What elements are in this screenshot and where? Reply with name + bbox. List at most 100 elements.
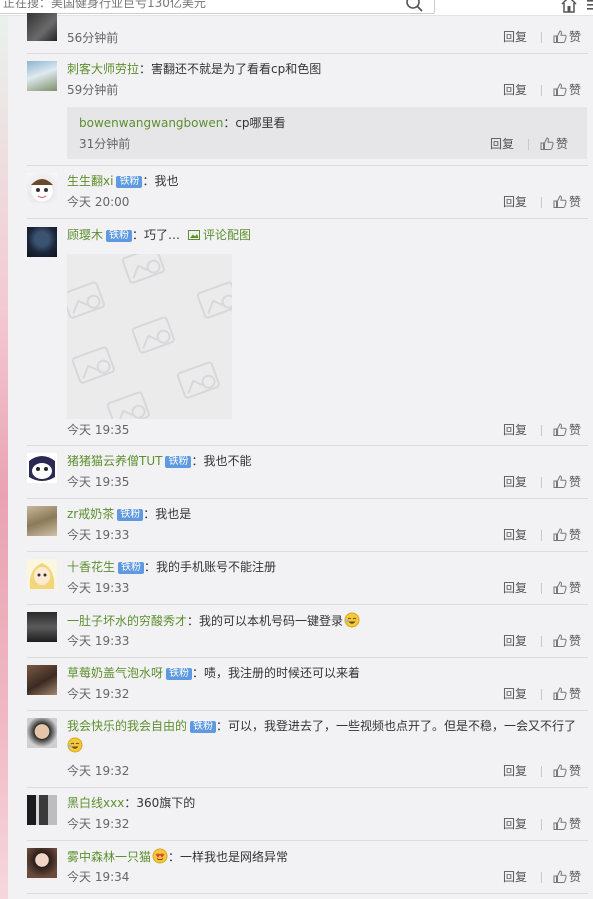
like-button[interactable]: 赞 (553, 763, 581, 779)
reply-button[interactable]: 回复 (503, 580, 527, 596)
username-link[interactable]: bowenwangwangbowen (79, 116, 223, 130)
image-icon (188, 230, 201, 240)
divider (27, 840, 588, 841)
comment-image[interactable] (67, 254, 232, 419)
menu-icon[interactable] (586, 0, 593, 14)
comment-image-link[interactable]: 评论配图 (188, 228, 251, 242)
divider (27, 787, 588, 788)
comment-content: 一肚子坏水的穷酸秀才：我的可以本机号码一键登录 (67, 612, 360, 629)
laughing-emoji-icon (67, 737, 83, 753)
reply-button[interactable]: 回复 (503, 422, 527, 438)
comment-time: 今天 20:00 (67, 195, 130, 209)
like-button[interactable]: 赞 (553, 580, 581, 596)
like-button[interactable]: 赞 (540, 136, 568, 152)
reply-button[interactable]: 回复 (503, 763, 527, 779)
comment-item: 猪猪猫云养僧TUT 铁粉 ：我也不能 今天 19:35 回复 赞 (27, 453, 588, 499)
reply-button[interactable]: 回复 (503, 869, 527, 885)
avatar[interactable] (27, 559, 57, 589)
reply-button[interactable]: 回复 (503, 82, 527, 98)
home-icon[interactable] (560, 0, 578, 14)
like-button[interactable]: 赞 (553, 194, 581, 210)
reply-button[interactable]: 回复 (503, 29, 527, 45)
action-divider (528, 139, 529, 150)
thumbs-up-icon (553, 764, 567, 777)
comment-time: 今天 19:32 (67, 687, 130, 701)
username-link[interactable]: 我会快乐的我会自由的 (67, 719, 187, 733)
thumbs-up-icon (553, 581, 567, 594)
comment-item: 我会快乐的我会自由的 铁粉 ：可以，我登进去了，一些视频也点开了。但是不稳，一会又不… (27, 718, 588, 788)
username-link[interactable]: 刺客大师劳拉 (67, 62, 139, 76)
laughing-emoji-icon (344, 612, 360, 628)
avatar[interactable] (27, 61, 57, 91)
avatar[interactable] (27, 848, 57, 878)
reply-button[interactable]: 回复 (503, 686, 527, 702)
like-button[interactable]: 赞 (553, 82, 581, 98)
username-link[interactable]: 草莓奶盖气泡水呀 (67, 666, 163, 680)
comment-actions: 回复 赞 (503, 816, 588, 832)
like-button[interactable]: 赞 (553, 869, 581, 885)
comment-text: ：我的可以本机号码一键登录 (187, 614, 344, 628)
like-button[interactable]: 赞 (553, 422, 581, 438)
avatar[interactable] (27, 227, 57, 257)
reply-button[interactable]: 回复 (503, 527, 527, 543)
avatar[interactable] (27, 506, 57, 536)
like-button[interactable]: 赞 (553, 527, 581, 543)
username-link[interactable]: 生生翻xi (67, 174, 113, 188)
action-divider (541, 583, 542, 594)
username-link[interactable]: 一肚子坏水的穷酸秀才 (67, 614, 187, 628)
avatar[interactable] (27, 795, 57, 825)
reply-button[interactable]: 回复 (503, 633, 527, 649)
top-search-bar: 正在搜：美国健身行业巨亏130亿美元 (0, 0, 593, 16)
thumbs-up-icon (553, 687, 567, 700)
reply-button[interactable]: 回复 (490, 136, 514, 152)
reply-button[interactable]: 回复 (503, 474, 527, 490)
comment-time: 56分钟前 (67, 31, 119, 45)
fan-badge: 铁粉 (165, 456, 192, 468)
comment-time: 今天 19:35 (67, 475, 130, 489)
like-button[interactable]: 赞 (553, 816, 581, 832)
like-button[interactable]: 赞 (553, 686, 581, 702)
fan-badge: 铁粉 (116, 176, 143, 188)
avatar[interactable] (27, 612, 57, 642)
like-button[interactable]: 赞 (553, 29, 581, 45)
action-divider (541, 766, 542, 777)
search-icon[interactable] (403, 0, 425, 13)
comment-time: 59分钟前 (67, 83, 119, 97)
username-link[interactable]: 顾璎木 (67, 228, 103, 242)
comment-item: 一肚子坏水的穷酸秀才：我的可以本机号码一键登录 今天 19:33 回复 赞 (27, 612, 588, 658)
avatar[interactable] (27, 173, 57, 203)
reply-button[interactable]: 回复 (503, 816, 527, 832)
avatar[interactable] (27, 13, 57, 41)
username-link[interactable]: 黑白线xxx (67, 796, 124, 810)
comment-actions: 回复 赞 (503, 474, 588, 490)
username-link[interactable]: 十香花生 (67, 560, 115, 574)
comment-text: ：可以，我登进去了，一些视频也点开了。但是不稳，一会又不行了 (216, 719, 577, 733)
reply-button[interactable]: 回复 (503, 194, 527, 210)
comment-content: zr戒奶茶 铁粉 ：我也是 (67, 506, 191, 522)
divider (27, 498, 588, 499)
search-input[interactable]: 正在搜：美国健身行业巨亏130亿美元 (0, 0, 435, 14)
comment-content: 我会快乐的我会自由的 铁粉 ：可以，我登进去了，一些视频也点开了。但是不稳，一会又不… (67, 718, 582, 757)
like-button[interactable]: 赞 (553, 474, 581, 490)
comment-actions: 回复 赞 (503, 527, 588, 543)
username-link[interactable]: 猪猪猫云养僧TUT (67, 454, 162, 468)
comment-text: ：我也 (142, 174, 179, 188)
avatar[interactable] (27, 665, 57, 695)
divider (27, 551, 588, 552)
fan-badge: 铁粉 (118, 562, 145, 574)
username-link[interactable]: 雾中森林一只猫 (67, 850, 151, 864)
comment-content: 生生翻xi 铁粉 ：我也 (67, 173, 178, 189)
username-link[interactable]: zr戒奶茶 (67, 507, 114, 521)
comment-actions: 回复 赞 (503, 686, 588, 702)
sub-reply-time: 31分钟前 (79, 137, 131, 151)
sub-reply-content: bowenwangwangbowen：cp哪里看 (79, 115, 286, 131)
divider (27, 445, 588, 446)
comment-content: 刺客大师劳拉：害翻还不就是为了看看cp和色图 (67, 61, 321, 77)
thumbs-up-icon (553, 475, 567, 488)
comment-content: 黑白线xxx：360旗下的 (67, 795, 195, 811)
comment-text: ：我的手机账号不能注册 (144, 560, 277, 574)
like-button[interactable]: 赞 (553, 633, 581, 649)
avatar[interactable] (27, 453, 57, 483)
action-divider (541, 819, 542, 830)
avatar[interactable] (27, 718, 57, 748)
